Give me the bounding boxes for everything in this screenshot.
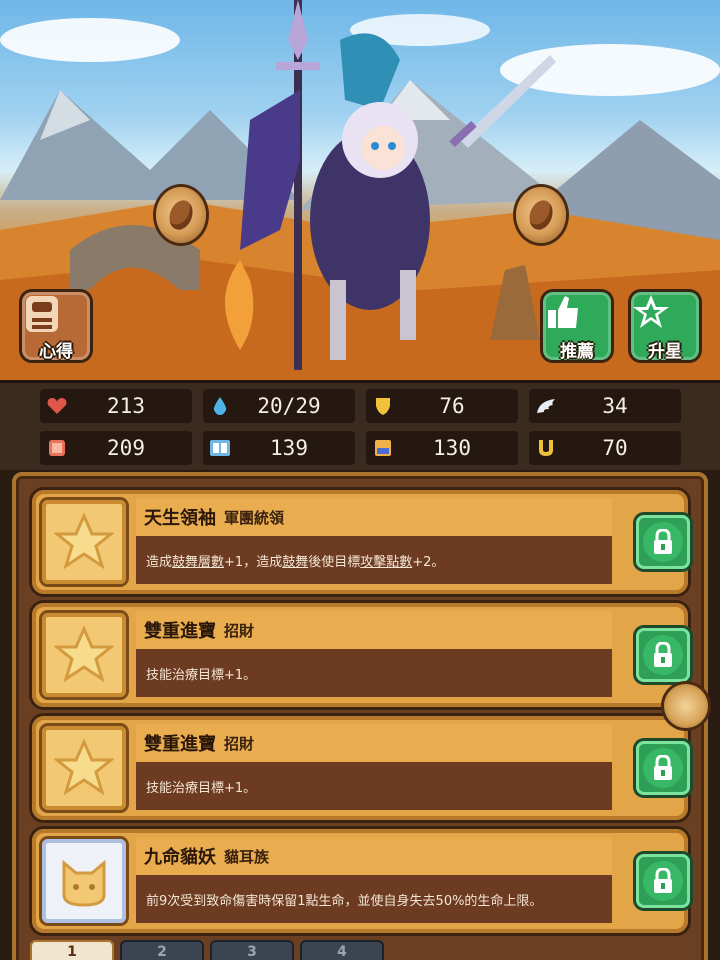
tab-2[interactable]: 2 xyxy=(120,940,204,960)
trait-tag: 招財 xyxy=(224,734,255,753)
recommend-label: 推薦 xyxy=(560,342,594,362)
lock-button[interactable] xyxy=(636,515,690,569)
stat-value: 213 xyxy=(107,394,145,418)
scroll-icon xyxy=(375,440,391,456)
trait-card-2[interactable]: 雙重進寶 招財 技能治療目標+1。 xyxy=(32,603,690,707)
stat-speed: 34 xyxy=(529,389,681,423)
stats-panel: 213 20/29 76 34 209 139 130 70 xyxy=(0,380,720,470)
trait-name: 雙重進寶 xyxy=(144,621,216,642)
tab-3[interactable]: 3 xyxy=(210,940,294,960)
lock-icon xyxy=(654,868,672,893)
trait-card-1[interactable]: 天生領袖 軍團統領 造成 鼓舞層數 +1，造成 鼓舞 後使目標 攻擊點數 +2。 xyxy=(32,490,690,594)
trait-tag: 軍團統領 xyxy=(224,508,285,527)
stat-resist: 130 xyxy=(366,431,518,465)
trait-name: 天生領袖 xyxy=(144,508,216,529)
lock-icon xyxy=(654,642,672,667)
scrollbar-handle[interactable] xyxy=(664,684,708,728)
thumbs-up-icon xyxy=(548,296,578,328)
tab-1[interactable]: 1 xyxy=(30,940,114,960)
trait-tag: 招財 xyxy=(224,621,255,640)
star-up-label: 升星 xyxy=(648,342,682,362)
star-emblem-icon xyxy=(42,613,126,697)
stat-value: 34 xyxy=(602,394,628,418)
stat-magic: 139 xyxy=(203,431,355,465)
stat-value: 139 xyxy=(270,436,308,460)
stat-value: 130 xyxy=(433,436,471,460)
recommend-button[interactable]: 推薦 xyxy=(543,292,611,362)
desc-text: +1，造成 xyxy=(224,554,283,570)
stat-attack: 209 xyxy=(40,431,192,465)
fist-icon xyxy=(49,440,65,456)
horseshoe-icon xyxy=(539,440,553,456)
lock-button[interactable] xyxy=(636,628,690,682)
notes-button[interactable]: 心得 xyxy=(22,292,90,362)
notes-icon xyxy=(26,296,58,332)
trait-card-3[interactable]: 雙重進寶 招財 技能治療目標+1。 xyxy=(32,716,690,820)
heart-icon xyxy=(47,398,67,414)
keyword-link[interactable]: 鼓舞層數 xyxy=(172,551,224,570)
star-emblem-icon xyxy=(42,726,126,810)
stat-move: 70 xyxy=(529,431,681,465)
stat-hp: 213 xyxy=(40,389,192,423)
page-tabs: 1 2 3 4 xyxy=(30,940,384,960)
trait-header: 雙重進寶 招財 xyxy=(136,611,612,649)
keyword-link[interactable]: 攻擊點數 xyxy=(360,551,412,570)
trait-description: 技能治療目標+1。 xyxy=(136,649,612,697)
trait-description: 前9次受到致命傷害時保留1點生命，並使自身失去50%的生命上限。 xyxy=(136,875,612,923)
trait-card-4[interactable]: 九命貓妖 貓耳族 前9次受到致命傷害時保留1點生命，並使自身失去50%的生命上限… xyxy=(32,829,690,933)
medal-right xyxy=(516,187,566,243)
tab-4[interactable]: 4 xyxy=(300,940,384,960)
stat-value: 20/29 xyxy=(257,394,321,418)
trait-name: 雙重進寶 xyxy=(144,734,216,755)
trait-header: 雙重進寶 招財 xyxy=(136,724,612,762)
lock-icon xyxy=(654,529,672,554)
shield-icon xyxy=(376,398,390,415)
medal-left xyxy=(156,187,206,243)
trait-header: 天生領袖 軍團統領 xyxy=(136,498,612,536)
desc-text: +2。 xyxy=(412,554,445,570)
water-drop-icon xyxy=(213,397,227,415)
landscape-background xyxy=(0,0,720,380)
trait-tag: 貓耳族 xyxy=(224,847,270,866)
stat-value: 209 xyxy=(107,436,145,460)
trait-name: 九命貓妖 xyxy=(144,847,216,868)
hero-scene: 心得 推薦 升星 xyxy=(0,0,720,380)
stat-value: 76 xyxy=(439,394,465,418)
stat-value: 70 xyxy=(602,436,628,460)
desc-text: 造成 xyxy=(146,554,173,570)
star-icon xyxy=(633,295,669,328)
stat-defense: 76 xyxy=(366,389,518,423)
notes-label: 心得 xyxy=(39,342,73,362)
lock-button[interactable] xyxy=(636,741,690,795)
desc-text: 後使目標 xyxy=(308,554,361,570)
star-up-button[interactable]: 升星 xyxy=(631,292,699,362)
star-emblem-icon xyxy=(42,500,126,584)
trait-description: 技能治療目標+1。 xyxy=(136,762,612,810)
wing-icon xyxy=(537,399,555,413)
lock-button[interactable] xyxy=(636,854,690,908)
trait-description: 造成 鼓舞層數 +1，造成 鼓舞 後使目標 攻擊點數 +2。 xyxy=(136,536,612,584)
keyword-link[interactable]: 鼓舞 xyxy=(282,551,308,570)
trait-header: 九命貓妖 貓耳族 xyxy=(136,837,612,875)
lock-icon xyxy=(654,755,672,780)
stat-mana: 20/29 xyxy=(203,389,355,423)
book-icon xyxy=(210,440,230,456)
cat-emblem-icon xyxy=(42,839,126,923)
